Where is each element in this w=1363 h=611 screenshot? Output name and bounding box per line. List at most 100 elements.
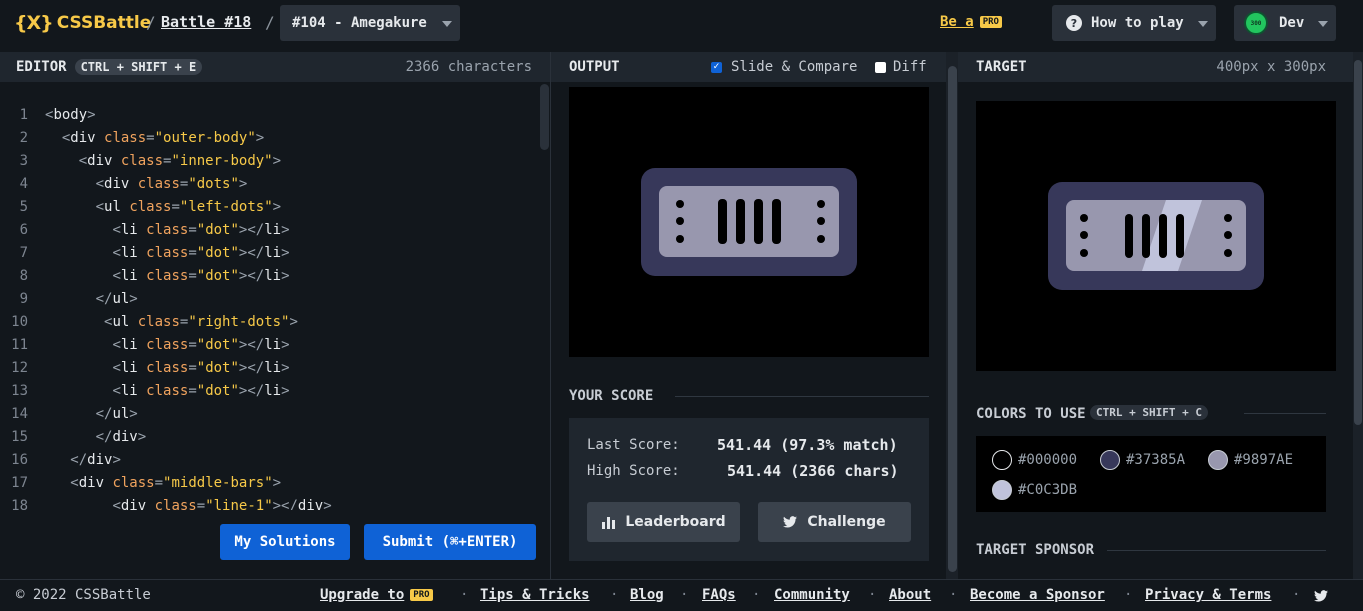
target-size: 400px x 300px bbox=[1216, 59, 1326, 75]
code-line[interactable]: <div class="middle-bars"> bbox=[45, 475, 281, 491]
leaderboard-button[interactable]: Leaderboard bbox=[587, 502, 740, 542]
code-line[interactable]: <li class="dot"></li> bbox=[45, 245, 289, 261]
target-header: TARGET 400px x 300px bbox=[958, 52, 1353, 82]
checkbox-checked-icon: ✓ bbox=[711, 61, 722, 73]
your-score-title: YOUR SCORE bbox=[569, 388, 654, 404]
how-to-play-label: How to play bbox=[1091, 15, 1184, 31]
line-number: 17 bbox=[11, 475, 28, 491]
swatch-hex: #000000 bbox=[1018, 452, 1078, 468]
target-title: TARGET bbox=[976, 59, 1027, 75]
editor-title: EDITOR bbox=[16, 59, 67, 75]
output-render bbox=[641, 168, 857, 276]
my-solutions-button[interactable]: My Solutions bbox=[220, 524, 350, 560]
output-scrollbar[interactable] bbox=[948, 66, 957, 572]
character-count: 2366 characters bbox=[405, 59, 532, 75]
editor-shortcut: CTRL + SHIFT + E bbox=[74, 59, 203, 75]
footer-link-community[interactable]: Community bbox=[774, 587, 850, 603]
section-rule bbox=[1107, 550, 1326, 551]
swatch-circle bbox=[1100, 450, 1120, 470]
section-rule bbox=[1244, 413, 1326, 414]
code-line[interactable]: <li class="dot"></li> bbox=[45, 337, 289, 353]
code-editor[interactable]: 1 <body> 2 <div class="outer-body"> 3 <di… bbox=[0, 82, 550, 510]
line-number: 12 bbox=[11, 360, 28, 376]
submit-button[interactable]: Submit (⌘+ENTER) bbox=[364, 524, 536, 560]
pro-badge: PRO bbox=[979, 16, 1002, 28]
footer-link-faqs[interactable]: FAQs bbox=[702, 587, 736, 603]
twitter-icon[interactable] bbox=[1314, 590, 1328, 602]
last-score-label: Last Score: bbox=[587, 437, 680, 453]
challenge-button[interactable]: Challenge bbox=[758, 502, 911, 542]
footer-link-blog[interactable]: Blog bbox=[630, 587, 664, 603]
target-select[interactable]: #104 - Amegakure bbox=[280, 5, 460, 41]
editor-scrollbar[interactable] bbox=[540, 84, 549, 150]
upgrade-link[interactable]: Upgrade to PRO bbox=[320, 587, 433, 603]
cssbattle-logo[interactable]: {X} CSSBattle bbox=[14, 12, 151, 34]
battle-link[interactable]: Battle #18 bbox=[161, 13, 251, 31]
last-score-value: 541.44 (97.3% match) bbox=[717, 436, 898, 454]
target-render bbox=[1048, 182, 1264, 290]
breadcrumb-separator: / bbox=[146, 13, 156, 32]
code-line[interactable]: <body> bbox=[45, 107, 96, 123]
footer: © 2022 CSSBattle Upgrade to PRO · Tips &… bbox=[0, 579, 1363, 611]
be-a-label: Be a bbox=[940, 14, 974, 30]
be-pro-link[interactable]: Be a PRO bbox=[940, 14, 1002, 30]
code-line[interactable]: </ul> bbox=[45, 406, 138, 422]
footer-dot: · bbox=[460, 587, 469, 603]
code-line[interactable]: <ul class="left-dots"> bbox=[45, 199, 281, 215]
line-number: 8 bbox=[19, 268, 28, 284]
line-number: 3 bbox=[19, 153, 28, 169]
code-line[interactable]: </div> bbox=[45, 429, 147, 445]
code-line[interactable]: <li class="dot"></li> bbox=[45, 383, 289, 399]
color-swatch[interactable]: #000000 bbox=[992, 450, 1077, 470]
swatch-circle bbox=[1208, 450, 1228, 470]
line-number: 15 bbox=[11, 429, 28, 445]
colors-palette: #000000 #37385A #9897AE #C0C3DB bbox=[976, 436, 1326, 512]
code-line[interactable]: <li class="dot"></li> bbox=[45, 360, 289, 376]
user-menu-button[interactable]: 300 Dev bbox=[1234, 5, 1336, 41]
footer-link-privacy[interactable]: Privacy & Terms bbox=[1145, 587, 1271, 603]
line-number: 16 bbox=[11, 452, 28, 468]
output-header: OUTPUT ✓ Slide & Compare Diff bbox=[551, 52, 946, 82]
line-number: 4 bbox=[19, 176, 28, 192]
high-score-value: 541.44 (2366 chars) bbox=[727, 462, 899, 480]
output-canvas[interactable] bbox=[569, 87, 929, 357]
code-line[interactable]: <li class="dot"></li> bbox=[45, 222, 289, 238]
chevron-down-icon bbox=[1318, 21, 1328, 27]
avatar: 300 bbox=[1244, 11, 1268, 35]
footer-dot: · bbox=[1292, 587, 1301, 603]
line-number: 5 bbox=[19, 199, 28, 215]
code-line[interactable]: <div class="inner-body"> bbox=[45, 153, 281, 169]
line-number: 9 bbox=[19, 291, 28, 307]
diff-toggle[interactable]: Diff bbox=[875, 59, 927, 75]
code-line[interactable]: <li class="dot"></li> bbox=[45, 268, 289, 284]
target-scrollbar[interactable] bbox=[1354, 60, 1362, 425]
checkbox-unchecked-icon bbox=[875, 61, 886, 73]
swatch-circle bbox=[992, 480, 1012, 500]
slide-compare-toggle[interactable]: ✓ Slide & Compare bbox=[711, 59, 857, 75]
bar-chart-icon bbox=[602, 516, 616, 529]
colors-shortcut: CTRL + SHIFT + C bbox=[1090, 405, 1208, 420]
line-number: 1 bbox=[19, 107, 28, 123]
slide-compare-label: Slide & Compare bbox=[731, 59, 858, 75]
line-number: 2 bbox=[19, 130, 28, 146]
code-line[interactable]: <div class="line-1"></div> bbox=[45, 498, 331, 510]
swatch-circle bbox=[992, 450, 1012, 470]
footer-link-sponsor[interactable]: Become a Sponsor bbox=[970, 587, 1105, 603]
line-number: 13 bbox=[11, 383, 28, 399]
footer-link-about[interactable]: About bbox=[889, 587, 931, 603]
color-swatch[interactable]: #37385A bbox=[1100, 450, 1185, 470]
how-to-play-button[interactable]: ? How to play bbox=[1052, 5, 1216, 41]
color-swatch[interactable]: #9897AE bbox=[1208, 450, 1293, 470]
code-line[interactable]: <div class="dots"> bbox=[45, 176, 248, 192]
code-line[interactable]: <div class="outer-body"> bbox=[45, 130, 264, 146]
color-swatch[interactable]: #C0C3DB bbox=[992, 480, 1077, 500]
target-select-label: #104 - Amegakure bbox=[292, 15, 427, 31]
footer-link-tips[interactable]: Tips & Tricks bbox=[480, 587, 590, 603]
footer-dot: · bbox=[949, 587, 958, 603]
code-line[interactable]: <ul class="right-dots"> bbox=[45, 314, 298, 330]
top-header: {X} CSSBattle / Battle #18 / #104 - Ameg… bbox=[0, 0, 1363, 48]
logo-mark: {X} bbox=[14, 12, 54, 34]
code-line[interactable]: </div> bbox=[45, 452, 121, 468]
code-line[interactable]: </ul> bbox=[45, 291, 138, 307]
user-name: Dev bbox=[1279, 15, 1305, 31]
